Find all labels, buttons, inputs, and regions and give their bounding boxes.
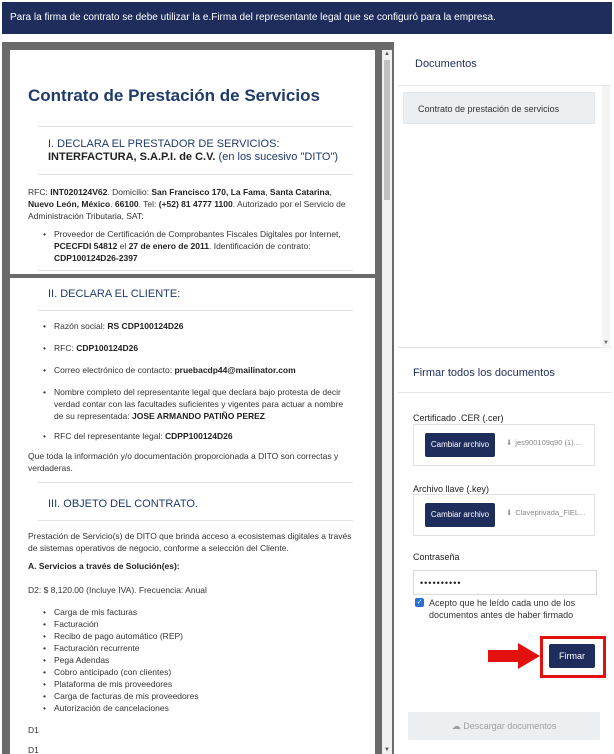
document-page: Contrato de Prestación de Servicios I. D…	[10, 50, 375, 754]
list-item-service: Facturación	[43, 618, 354, 630]
section-heading-object: III. OBJETO DEL CONTRATO.	[48, 498, 198, 510]
list-item-client: Correo electrónico de contacto: pruebacd…	[43, 364, 354, 376]
download-icon: ⬇	[506, 508, 513, 517]
accept-checkbox[interactable]: ✓	[415, 598, 424, 607]
divider	[38, 270, 353, 271]
scroll-down-icon[interactable]: ▼	[602, 340, 610, 346]
list-item-service: Facturación recurrente	[43, 642, 354, 654]
document-viewer: Contrato de Prestación de Servicios I. D…	[2, 42, 394, 754]
documents-list: Contrato de prestación de servicios ▼	[398, 86, 612, 348]
d1-line: D1	[28, 725, 39, 735]
list-item-service: Recibo de pago automático (REP)	[43, 630, 354, 642]
divider	[38, 126, 353, 127]
cloud-download-icon: ☁	[451, 721, 461, 731]
section-heading-client: II. DECLARA EL CLIENTE:	[48, 288, 181, 300]
accept-label: Acepto que he leído cada uno de los docu…	[429, 598, 576, 620]
download-icon: ⬇	[506, 438, 513, 447]
documents-title: Documentos	[398, 42, 612, 86]
d1-line: D1	[28, 745, 39, 754]
cer-file-name: ⬇ jes900109q90 (1)....	[506, 438, 583, 447]
documents-list-scrollbar[interactable]: ▼	[602, 86, 610, 348]
cer-file-field: Cambiar archivo ⬇ jes900109q90 (1)....	[413, 424, 595, 466]
change-cer-button[interactable]: Cambiar archivo	[425, 433, 495, 457]
scroll-thumb[interactable]	[384, 60, 390, 200]
password-label: Contraseña	[413, 552, 460, 562]
key-file-name: ⬇ Claveprivada_FIEL...	[506, 508, 586, 517]
divider	[398, 392, 612, 393]
list-item-service: Autorización de cancelaciones	[43, 702, 354, 714]
list-item-service: Plataforma de mis proveedores	[43, 678, 354, 690]
price-line: D2: $ 8,120.00 (Incluye IVA). Frecuencia…	[28, 585, 207, 595]
document-list-item[interactable]: Contrato de prestación de servicios	[403, 92, 595, 124]
red-arrow-icon	[488, 643, 540, 669]
divider	[38, 174, 353, 175]
key-label: Archivo llave (.key)	[413, 484, 490, 494]
document-title: Contrato de Prestación de Servicios	[28, 86, 320, 105]
key-file-field: Cambiar archivo ⬇ Claveprivada_FIEL...	[413, 494, 595, 536]
info-banner-text: Para la firma de contrato se debe utiliz…	[10, 12, 496, 23]
services-heading: A. Servicios a través de Solución(es):	[28, 561, 180, 571]
divider	[38, 482, 353, 483]
list-item-service: Pega Adendas	[43, 654, 354, 666]
list-item-client: RFC del representante legal: CDPP100124D…	[43, 430, 354, 442]
object-paragraph: Prestación de Servicio(s) de DITO que br…	[28, 531, 352, 553]
divider	[38, 310, 353, 311]
scroll-up-icon[interactable]: ▲	[382, 50, 392, 58]
provider-rfc-paragraph: RFC: INT020124V62. Domicilio: San Franci…	[28, 187, 346, 221]
list-item-pac: Proveedor de Certificación de Comprobant…	[43, 228, 354, 264]
page-gap	[10, 274, 375, 278]
info-banner: Para la firma de contrato se debe utiliz…	[2, 2, 612, 34]
section-heading-provider: I. DECLARA EL PRESTADOR DE SERVICIOS: IN…	[48, 138, 339, 163]
sign-button[interactable]: Firmar	[549, 644, 595, 668]
list-item-service: Carga de mis facturas	[43, 606, 354, 618]
list-item-client: Razón social: RS CDP100124D26	[43, 320, 354, 332]
list-item-client: RFC: CDP100124D26	[43, 342, 354, 354]
scroll-down-icon[interactable]: ▼	[382, 746, 392, 754]
cer-label: Certificado .CER (.cer)	[413, 413, 504, 423]
document-scrollbar[interactable]: ▲ ▼	[382, 50, 392, 754]
list-item-service: Carga de facturas de mis proveedores	[43, 690, 354, 702]
client-conclusion: Que toda la información y/o documentació…	[28, 451, 339, 473]
list-item-client: Nombre completo del representante legal …	[43, 386, 354, 422]
download-documents-button[interactable]: ☁ Descargar documentos	[408, 712, 600, 740]
sign-all-title: Firmar todos los documentos	[413, 367, 555, 379]
divider	[38, 520, 353, 521]
change-key-button[interactable]: Cambiar archivo	[425, 503, 495, 527]
password-input[interactable]: ••••••••••	[413, 570, 597, 595]
list-item-service: Cobro anticipado (con clientes)	[43, 666, 354, 678]
